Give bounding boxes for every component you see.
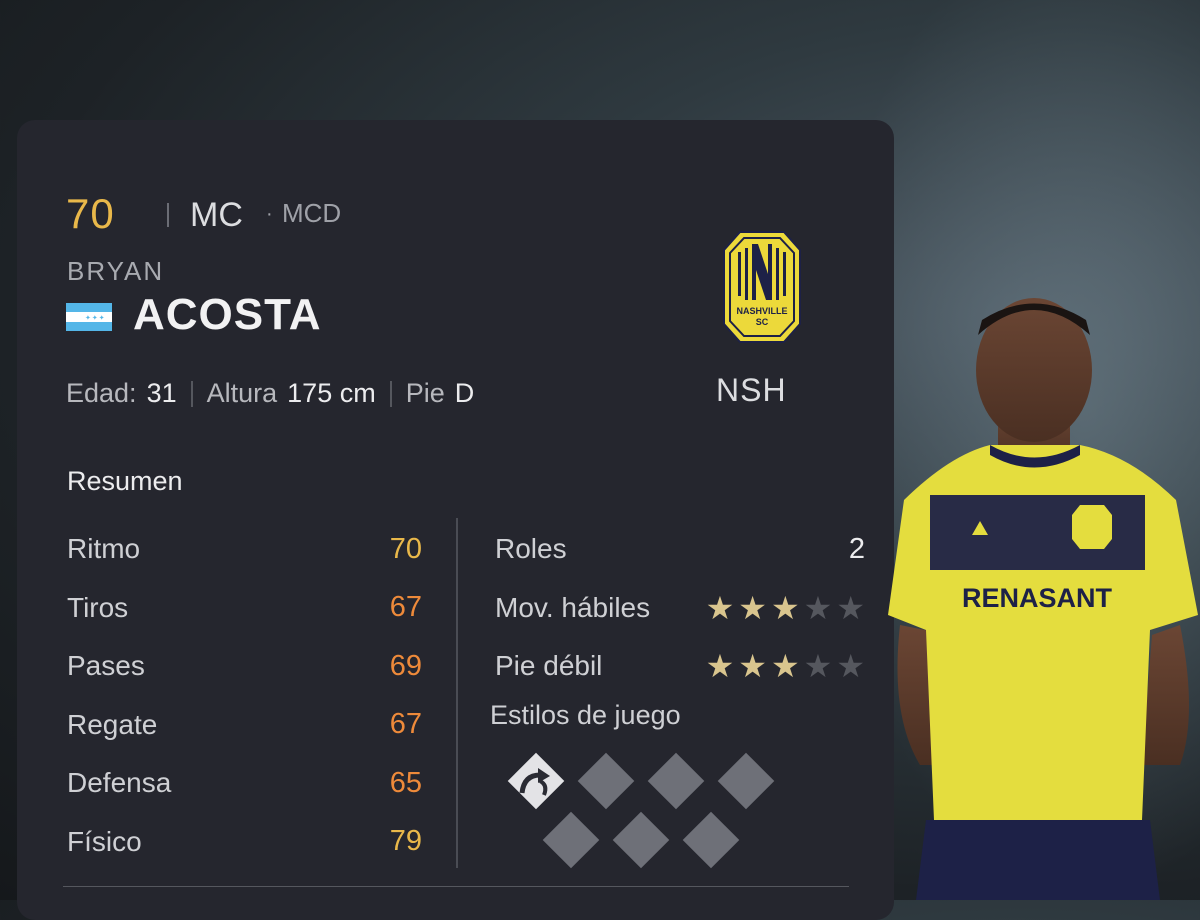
attribute-row: Defensa 65: [67, 754, 422, 813]
attribute-value: 67: [389, 591, 422, 624]
attribute-value: 79: [389, 825, 422, 858]
attribute-row: Pases 69: [67, 637, 422, 696]
star-filled-icon: ★: [770, 648, 800, 685]
star-empty-icon: ★: [836, 648, 865, 685]
honduras-flag-icon: ✦✦✦: [66, 303, 112, 331]
bio-divider: [190, 380, 193, 407]
star-empty-icon: ★: [803, 648, 833, 685]
alternate-position: MCD: [282, 198, 342, 228]
attribute-value: 70: [389, 532, 422, 565]
height-label: Altura: [206, 378, 278, 408]
attribute-row: Ritmo 70: [67, 520, 422, 579]
attribute-value: 69: [389, 649, 422, 682]
height-value: 175 cm: [287, 378, 376, 408]
svg-text:RENASANT: RENASANT: [962, 583, 1113, 613]
weak-foot-stars: ★ ★ ★ ★ ★: [706, 650, 865, 682]
attribute-row: Físico 79: [67, 813, 422, 872]
weak-foot-label: Pie débil: [495, 650, 603, 682]
attribute-row: Tiros 67: [67, 579, 422, 638]
attribute-name: Físico: [67, 825, 142, 857]
weak-foot-row: Pie débil ★ ★ ★ ★ ★: [495, 637, 865, 696]
star-filled-icon: ★: [738, 648, 767, 685]
position-dot: ·: [266, 203, 273, 225]
nashville-sc-badge-icon: NASHVILLE SC: [723, 231, 801, 343]
bio-divider: [389, 380, 392, 407]
attribute-list: Ritmo 70 Tiros 67 Pases 69 Regate 67 Def…: [67, 520, 422, 871]
rating-separator: [167, 203, 169, 227]
roles-row[interactable]: Roles 2: [495, 520, 865, 579]
attribute-name: Defensa: [67, 767, 172, 799]
star-filled-icon: ★: [705, 648, 735, 685]
primary-position: MC: [190, 196, 243, 234]
player-bio-row: Edad: 31 Altura 175 cm Pie D: [66, 378, 474, 409]
attribute-value: 65: [389, 766, 422, 799]
attribute-value: 67: [389, 708, 422, 741]
star-filled-icon: ★: [705, 589, 735, 626]
star-filled-icon: ★: [770, 589, 800, 626]
attribute-name: Tiros: [67, 591, 129, 623]
club-code: NSH: [716, 372, 787, 408]
playstyles-label: Estilos de juego: [490, 700, 681, 730]
attribute-row: Regate 67: [67, 696, 422, 755]
panel-bottom-divider: [63, 886, 849, 887]
overall-rating: 70: [66, 190, 115, 237]
skill-moves-row: Mov. hábiles ★ ★ ★ ★ ★: [495, 579, 865, 638]
age-value: 31: [146, 378, 177, 408]
roles-value: 2: [848, 532, 865, 565]
star-empty-icon: ★: [803, 589, 833, 626]
star-filled-icon: ★: [738, 589, 767, 626]
attribute-name: Ritmo: [67, 533, 141, 565]
skill-moves-label: Mov. hábiles: [495, 591, 651, 623]
column-divider: [456, 518, 458, 868]
playstyle-curve-arrow-icon: [519, 768, 550, 796]
extras-list: Roles 2 Mov. hábiles ★ ★ ★ ★ ★ Pie débil ★ ★ ★…: [495, 520, 865, 696]
age-label: Edad:: [66, 378, 137, 408]
player-last-name: ACOSTA: [133, 290, 322, 339]
attribute-name: Pases: [67, 650, 145, 682]
attribute-name: Regate: [67, 708, 158, 740]
badge-line1: NASHVILLE: [736, 306, 787, 316]
roles-label: Roles: [495, 533, 567, 565]
player-portrait: RENASANT: [888, 298, 1198, 900]
badge-line2: SC: [756, 317, 769, 327]
foot-value: D: [454, 378, 475, 408]
skill-moves-stars: ★ ★ ★ ★ ★: [706, 592, 865, 624]
star-empty-icon: ★: [836, 589, 865, 626]
summary-title: Resumen: [67, 466, 183, 496]
foot-label: Pie: [405, 378, 445, 408]
player-first-name: BRYAN: [67, 256, 165, 286]
